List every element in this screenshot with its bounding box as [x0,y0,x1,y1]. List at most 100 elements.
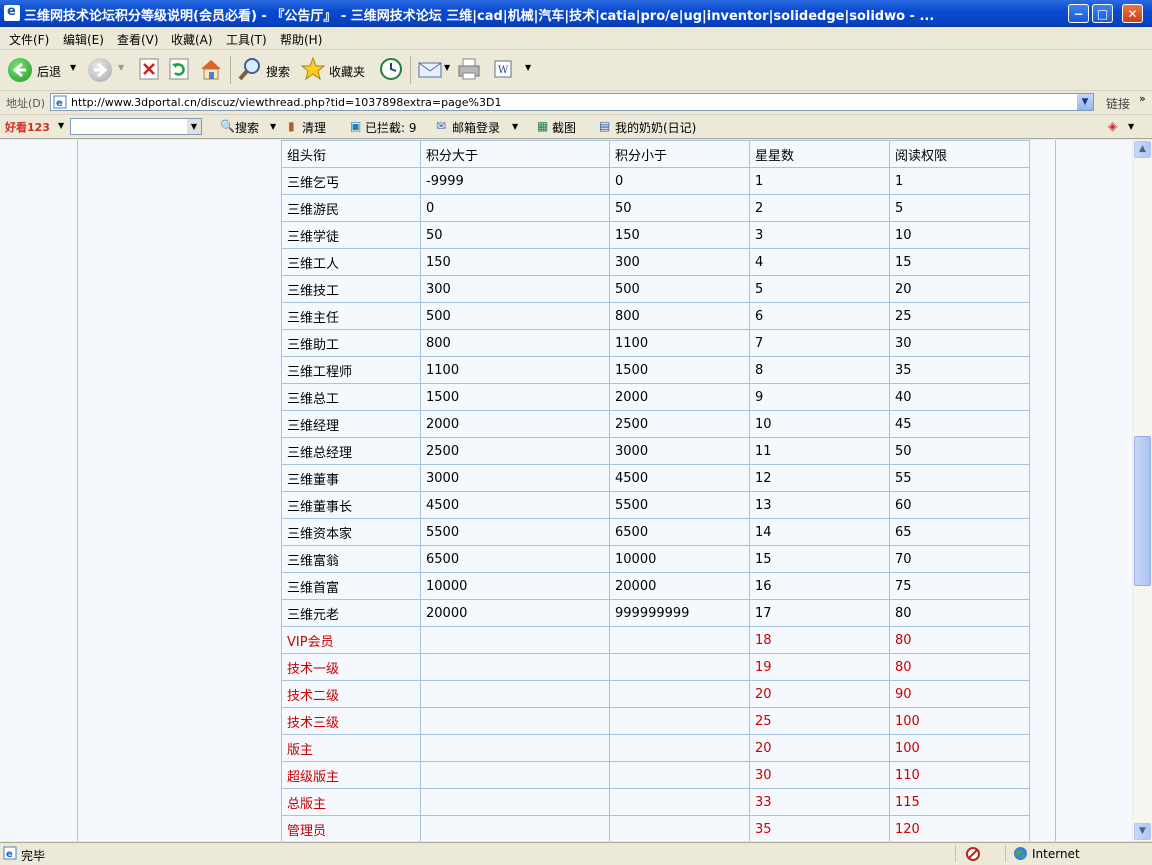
menu-edit[interactable]: 编辑(E) [63,31,104,48]
clean-button[interactable]: 清理 [302,119,326,136]
points-min-cell: 4500 [420,491,610,519]
stars-cell: 5 [749,275,890,303]
vertical-scrollbar[interactable]: ▲ ▼ [1132,140,1152,841]
logo-dropdown-icon[interactable]: ▼ [58,121,64,130]
scroll-thumb[interactable] [1134,436,1151,586]
mail-login-button[interactable]: 邮箱登录 [452,119,500,136]
search-button[interactable]: 搜索 [237,56,295,84]
mail-login-dropdown-icon[interactable]: ▼ [512,122,518,131]
points-max-cell: 1100 [609,329,750,357]
svg-text:e: e [56,98,63,109]
title-bar[interactable]: 三维网技术论坛积分等级说明(会员必看) - 『公告厅』 - 三维网技术论坛 三维… [0,0,1152,27]
address-dropdown-icon[interactable]: ▼ [1077,94,1093,110]
read-permission-cell: 1 [889,167,1030,195]
scroll-down-arrow-icon[interactable]: ▼ [1134,823,1151,840]
stop-icon [139,58,159,80]
points-min-cell [420,707,610,735]
edit-dropdown-icon[interactable]: ▼ [525,63,531,72]
read-permission-cell: 10 [889,221,1030,249]
refresh-button[interactable] [168,56,190,84]
table-row: 管理员 35 120 [281,815,1030,841]
menu-help[interactable]: 帮助(H) [280,31,322,48]
address-label: 地址(D) [6,97,46,110]
blocked-icon: ▣ [350,119,362,133]
search-magnifier-icon [238,58,260,81]
stars-cell: 8 [749,356,890,384]
points-max-cell [609,653,750,681]
table-row: 超级版主 30 110 [281,761,1030,789]
close-button[interactable]: ✕ [1122,4,1143,23]
menu-bar: 文件(F) 编辑(E) 查看(V) 收藏(A) 工具(T) 帮助(H) [0,27,1152,71]
translate-dropdown-icon[interactable]: ▼ [1128,122,1134,131]
favorites-button[interactable]: 收藏夹 [300,56,372,84]
menu-view[interactable]: 查看(V) [117,31,159,48]
hao123-logo[interactable]: 好看123 [5,119,50,135]
home-button[interactable] [198,56,224,84]
links-chevron-icon[interactable]: » [1139,92,1146,105]
menu-favorites[interactable]: 收藏(A) [171,31,213,48]
points-min-cell: 2500 [420,437,610,465]
table-row: 三维总经理 2500 3000 11 50 [281,437,1030,465]
table-row: 三维元老 20000 999999999 17 80 [281,599,1030,627]
screenshot-button[interactable]: 截图 [552,119,576,136]
menu-tools[interactable]: 工具(T) [226,31,267,48]
translate-icon[interactable]: ◈ [1108,119,1117,133]
addon-search-button[interactable]: 搜索 [235,119,259,136]
screenshot-icon: ▦ [537,119,549,133]
links-label[interactable]: 链接 [1106,95,1130,112]
menu-file[interactable]: 文件(F) [9,31,49,48]
rank-name-cell: 三维工人 [281,248,421,276]
svg-text:W: W [498,65,509,76]
rank-name-cell: 三维技工 [281,275,421,303]
stars-cell: 2 [749,194,890,222]
points-max-cell: 4500 [609,464,750,492]
rank-name-cell: 三维游民 [281,194,421,222]
read-permission-cell: 65 [889,518,1030,546]
addon-search-dropdown-icon[interactable]: ▼ [270,122,276,131]
address-input[interactable]: e http://www.3dportal.cn/discuz/viewthre… [50,93,1094,111]
points-min-cell: 2000 [420,410,610,438]
maximize-button[interactable]: □ [1092,4,1113,23]
mail-small-icon: ✉ [436,119,447,133]
points-min-cell: 10000 [420,572,610,600]
stop-button[interactable] [138,56,160,84]
printer-icon [458,58,480,80]
print-button[interactable] [456,56,484,84]
history-button[interactable] [378,56,404,84]
back-dropdown-icon[interactable]: ▼ [70,63,76,72]
popup-blocked-icon[interactable] [965,846,981,862]
zone-label: Internet [1032,847,1080,861]
stars-cell: 19 [749,653,890,681]
blocked-counter[interactable]: 已拦截: 9 [365,119,417,136]
refresh-icon [169,58,189,80]
forward-dropdown-icon[interactable]: ▼ [118,63,124,72]
edit-button[interactable]: W ▼ [492,56,536,84]
ie-icon [4,4,20,21]
read-permission-cell: 90 [889,680,1030,708]
mail-dropdown-icon[interactable]: ▼ [444,63,450,72]
points-max-cell: 300 [609,248,750,276]
points-min-cell [420,734,610,762]
stars-cell: 15 [749,545,890,573]
combo-dropdown-icon[interactable]: ▼ [187,119,201,134]
forward-button[interactable]: ▼ [88,56,128,84]
stars-cell: 10 [749,410,890,438]
search-combo-input[interactable]: ▼ [70,118,202,135]
minimize-button[interactable]: − [1068,4,1089,23]
table-row: 三维资本家 5500 6500 14 65 [281,518,1030,546]
read-permission-cell: 110 [889,761,1030,789]
stars-cell: 33 [749,788,890,816]
back-button[interactable]: 后退 ▼ [8,56,80,84]
diary-icon: ▤ [599,119,611,133]
points-min-cell [420,653,610,681]
points-max-cell: 150 [609,221,750,249]
points-min-cell: 500 [420,302,610,330]
stars-cell: 16 [749,572,890,600]
rank-name-cell: 三维主任 [281,302,421,330]
read-permission-cell: 80 [889,599,1030,627]
points-min-cell: 20000 [420,599,610,627]
mail-button[interactable]: ▼ [417,56,453,84]
points-min-cell: 5500 [420,518,610,546]
scroll-up-arrow-icon[interactable]: ▲ [1134,141,1151,158]
diary-link[interactable]: 我的奶奶(日记) [615,119,696,136]
